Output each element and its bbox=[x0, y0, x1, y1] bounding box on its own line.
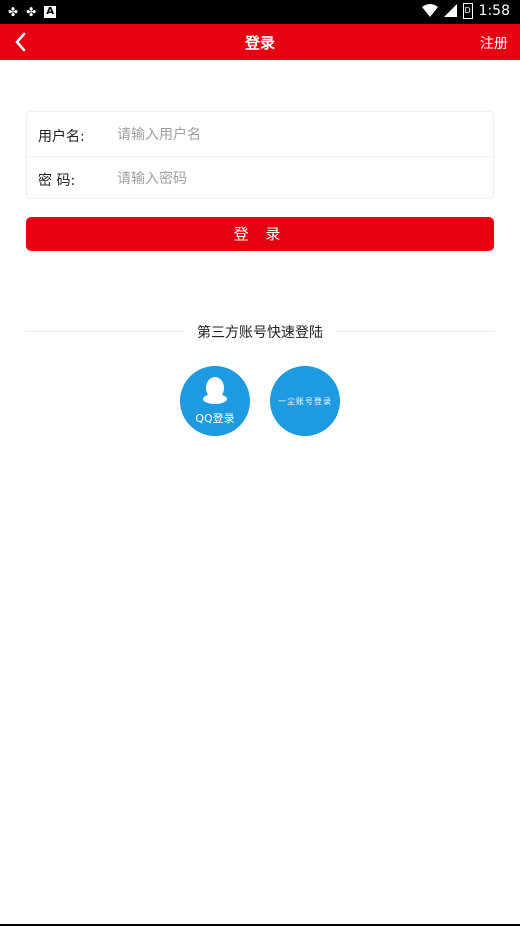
signal-icon bbox=[443, 4, 457, 17]
username-label: 用户名: bbox=[38, 129, 85, 145]
third-party-divider: 第三方账号快速登陆 bbox=[26, 320, 494, 342]
login-form: 用户名: 密 码: bbox=[26, 111, 494, 199]
username-input[interactable] bbox=[115, 123, 479, 147]
wifi-icon bbox=[421, 4, 438, 17]
third-party-title: 第三方账号快速登陆 bbox=[197, 325, 323, 341]
status-bar: ✤ ✤ A D 1:58 bbox=[0, 0, 520, 24]
app-notification-icon-2: ✤ bbox=[26, 5, 37, 19]
qq-penguin-icon bbox=[203, 377, 227, 404]
a-notification-icon: A bbox=[44, 6, 57, 18]
divider-line-right bbox=[336, 331, 494, 332]
clock: 1:58 bbox=[478, 3, 510, 19]
app-header: 登录 注册 bbox=[0, 24, 520, 60]
password-input[interactable] bbox=[115, 167, 479, 191]
yichen-login-label: 一尘账号登录 bbox=[278, 397, 332, 406]
battery-icon: D bbox=[462, 3, 473, 19]
password-label: 密 码: bbox=[38, 173, 76, 189]
app-notification-icon: ✤ bbox=[8, 5, 19, 19]
notification-icons: ✤ ✤ A bbox=[8, 4, 57, 20]
page-title: 登录 bbox=[244, 34, 275, 52]
qq-login-button[interactable]: QQ登录 bbox=[180, 366, 250, 436]
qq-login-label: QQ登录 bbox=[195, 412, 235, 425]
yichen-login-button[interactable]: 一尘账号登录 bbox=[270, 366, 340, 436]
login-button[interactable]: 登 录 bbox=[26, 217, 494, 251]
register-link[interactable]: 注册 bbox=[480, 33, 508, 53]
system-icons: D 1:58 bbox=[421, 3, 510, 19]
username-row: 用户名: bbox=[27, 112, 493, 157]
password-row: 密 码: bbox=[27, 156, 493, 200]
